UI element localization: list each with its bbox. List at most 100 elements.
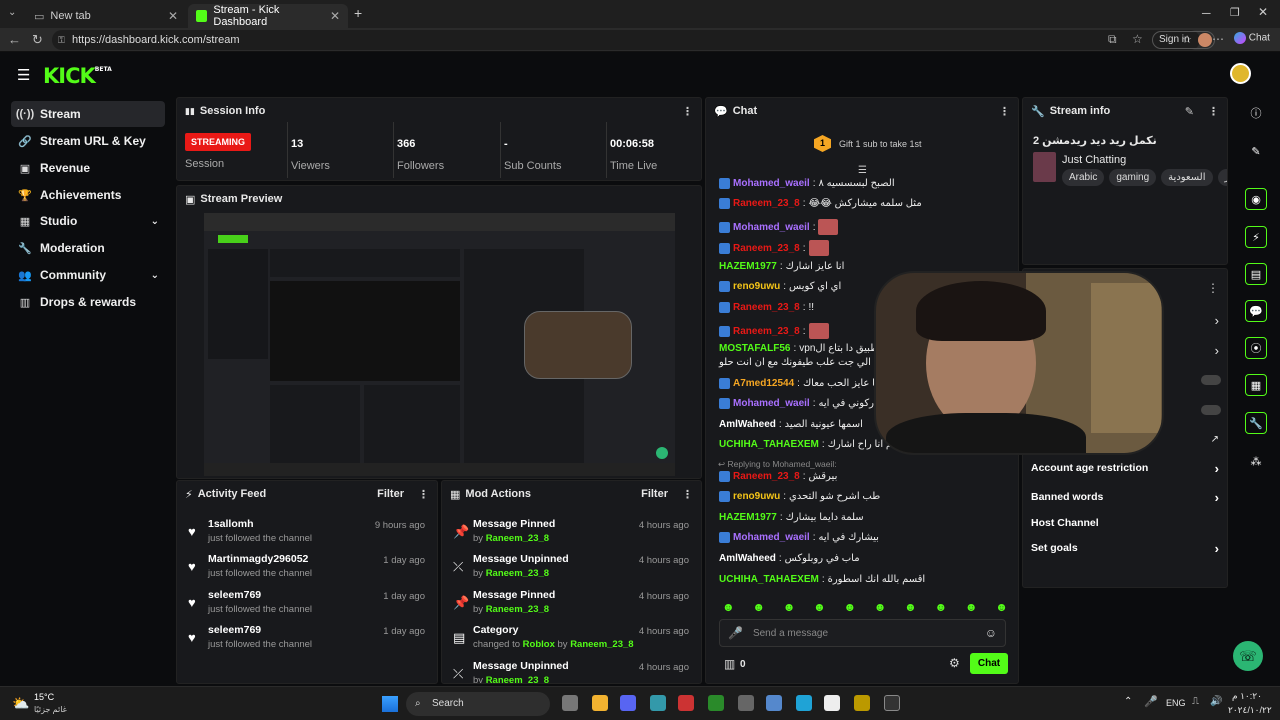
chat-message[interactable]: reno9uwu: اي اي كويس [719, 281, 841, 292]
chat-username[interactable]: HAZEM1977 [719, 512, 777, 523]
reload-icon[interactable]: ↻ [32, 32, 43, 48]
setting-banned-words[interactable]: Banned words › [1031, 485, 1219, 509]
close-window-icon[interactable]: ✕ [1258, 5, 1268, 19]
chat-message[interactable]: AmlWaheed: اسمها عيونية الصيد [719, 419, 863, 430]
hamburger-menu-icon[interactable]: ☰ [17, 66, 30, 84]
chevron-right-icon[interactable]: › [1215, 313, 1219, 328]
gift-sub-banner[interactable]: 1 Gift 1 sub to take 1st [814, 135, 922, 152]
app-icon[interactable] [738, 695, 754, 711]
volume-icon[interactable]: 🔊 [1210, 696, 1222, 707]
broadcast-icon[interactable]: ⦿ [1245, 337, 1267, 359]
microphone-icon[interactable]: 🎤 [728, 626, 743, 640]
more-options-icon[interactable]: ⋮ [418, 488, 429, 501]
windows-start-icon[interactable] [382, 696, 398, 712]
follower-name[interactable]: seleem769 [208, 589, 261, 601]
chat-message[interactable]: Raneem_23_8: [719, 323, 829, 339]
tray-chevron-icon[interactable]: ⌃ [1124, 696, 1132, 707]
chat-message[interactable]: Raneem_23_8: بيرقش [719, 471, 837, 482]
filter-button[interactable]: Filter [377, 488, 404, 500]
edge-icon[interactable] [796, 695, 812, 711]
chat-message[interactable]: UCHIHA_TAHAEXEM: اقسم بالله انك اسطورة [719, 574, 925, 585]
chat-username[interactable]: reno9uwu [733, 491, 780, 502]
chat-username[interactable]: reno9uwu [733, 281, 780, 292]
microphone-icon[interactable]: 🎤 [1144, 695, 1158, 708]
chat-username[interactable]: Raneem_23_8 [733, 326, 800, 337]
more-options-icon[interactable]: ⋮ [1208, 105, 1219, 118]
task-view-icon[interactable] [562, 695, 578, 711]
clock-date[interactable]: ٢٠٢٤/١٠/٢٢ [1228, 705, 1272, 716]
emote-icon[interactable]: ☻ [813, 600, 826, 614]
chat-message[interactable]: HAZEM1977: سلمة دايما بيشارك [719, 512, 864, 523]
settings-gear-icon[interactable]: ⚙ [949, 656, 960, 670]
file-explorer-icon[interactable] [592, 695, 608, 711]
tab-new-tab[interactable]: ▭ New tab ✕ [26, 4, 186, 28]
chat-username[interactable]: Raneem_23_8 [733, 198, 800, 209]
sign-in-button[interactable]: Sign in [1152, 31, 1215, 49]
edit-pencil-icon[interactable]: ✎ [1185, 105, 1194, 118]
maximize-icon[interactable]: ❐ [1230, 6, 1240, 19]
app-icon[interactable] [650, 695, 666, 711]
moderator-name[interactable]: Raneem_23_8 [486, 533, 549, 544]
close-tab-icon[interactable]: ✕ [168, 9, 178, 23]
app-icon[interactable] [766, 695, 782, 711]
document-icon[interactable]: ▤ [1245, 263, 1267, 285]
moderator-name[interactable]: Raneem_23_8 [570, 639, 633, 650]
chat-username[interactable]: MOSTAFALF56 [719, 343, 790, 354]
sidebar-item-stream[interactable]: ((·)) Stream [11, 101, 165, 127]
toggle-switch[interactable] [1201, 405, 1221, 415]
xbox-icon[interactable] [708, 695, 724, 711]
chat-username[interactable]: HAZEM1977 [719, 261, 777, 272]
tag-chip[interactable]: Arabic [1062, 169, 1105, 186]
moderator-name[interactable]: Raneem_23_8 [486, 675, 549, 683]
camera-focus-icon[interactable]: ◉ [1245, 188, 1267, 210]
emote-icon[interactable]: ☻ [752, 600, 765, 614]
lightning-icon[interactable]: ⚡ [1245, 226, 1267, 248]
category-name[interactable]: Roblox [523, 639, 555, 650]
chat-username[interactable]: Mohamed_waeil [733, 222, 810, 233]
emote-icon[interactable]: ☻ [965, 600, 978, 614]
emote-icon[interactable]: ☻ [874, 600, 887, 614]
send-chat-button[interactable]: Chat [970, 653, 1008, 674]
help-support-icon[interactable]: ☏ [1233, 641, 1263, 671]
more-menu-icon[interactable]: ⋯ [1212, 32, 1224, 46]
emote-icon[interactable]: ☻ [904, 600, 917, 614]
chat-message[interactable]: Mohamed_waeil: الصبح لبسسسيه ٨ [719, 178, 895, 189]
sidebar-item-revenue[interactable]: ▣ Revenue [11, 155, 165, 181]
emote-icon[interactable]: ☻ [783, 600, 796, 614]
weather-icon[interactable]: ⛅ [12, 695, 29, 712]
clock-time[interactable]: ١٠:٢٠ م [1232, 691, 1262, 702]
category-name[interactable]: Just Chatting [1062, 154, 1126, 166]
sidebar-item-community[interactable]: 👥 Community ⌄ [11, 262, 165, 288]
app-icon[interactable] [678, 695, 694, 711]
moderator-name[interactable]: Raneem_23_8 [486, 604, 549, 615]
toggle-switch[interactable] [1201, 375, 1221, 385]
info-icon[interactable]: ⓘ [1245, 102, 1267, 124]
people-icon[interactable]: ⁂ [1245, 450, 1267, 472]
emote-icon[interactable]: ☻ [935, 600, 948, 614]
close-tab-icon[interactable]: ✕ [330, 9, 340, 23]
chat-message[interactable]: Raneem_23_8: [719, 240, 829, 256]
chat-message[interactable]: Raneem_23_8: 😂😂 مثل سلمه ميشاركش [719, 198, 922, 209]
more-options-icon[interactable]: ⋮ [999, 105, 1010, 118]
chat-username[interactable]: Raneem_23_8 [733, 302, 800, 313]
chat-message[interactable]: Mohamed_waeil: شاركوني في ايه [719, 398, 885, 409]
site-info-icon[interactable]: ⚿ [58, 30, 65, 50]
chat-username[interactable]: AmlWaheed [719, 553, 776, 564]
capcut-icon[interactable] [824, 695, 840, 711]
chat-username[interactable]: Mohamed_waeil [733, 532, 810, 543]
filter-button[interactable]: Filter [641, 488, 668, 500]
user-avatar[interactable] [1230, 63, 1251, 84]
setting-set-goals[interactable]: Set goals › [1031, 536, 1219, 560]
app-icon[interactable] [854, 695, 870, 711]
sidebar-item-moderation[interactable]: 🔧 Moderation [11, 235, 165, 261]
grid-icon[interactable]: ▦ [1245, 374, 1267, 396]
emote-icon[interactable]: ☻ [722, 600, 735, 614]
tag-chip[interactable]: مصر [1217, 169, 1227, 186]
chat-input[interactable]: 🎤 Send a message ☺ [719, 619, 1006, 647]
minimize-icon[interactable]: ─ [1202, 6, 1211, 20]
chevron-right-icon[interactable]: › [1215, 343, 1219, 358]
chat-username[interactable]: AmlWaheed [719, 419, 776, 430]
chat-username[interactable]: UCHIHA_TAHAEXEM [719, 574, 819, 585]
stream-preview-video[interactable] [204, 213, 675, 476]
pinned-collapse-icon[interactable]: ☰ [858, 165, 867, 176]
